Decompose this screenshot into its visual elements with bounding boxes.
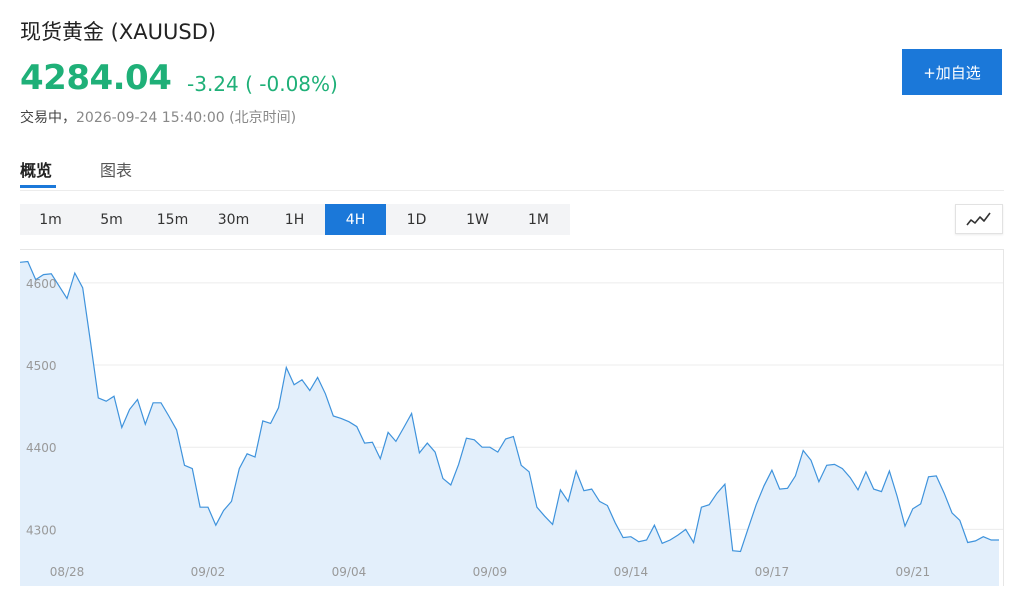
area-fill: [20, 261, 999, 586]
period-30m[interactable]: 30m: [203, 204, 264, 235]
period-1m[interactable]: 1m: [20, 204, 81, 235]
y-tick-label: 4400: [26, 441, 57, 455]
current-price: 4284.04: [20, 58, 172, 98]
y-tick-label: 4300: [26, 523, 57, 537]
period-5m[interactable]: 5m: [81, 204, 142, 235]
y-tick-label: 4600: [26, 277, 57, 291]
period-1h[interactable]: 1H: [264, 204, 325, 235]
trading-status: 交易中，2026-09-24 15:40:00 (北京时间): [20, 107, 296, 127]
period-1d[interactable]: 1D: [386, 204, 447, 235]
instrument-title: 现货黄金 (XAUUSD): [20, 20, 217, 44]
x-tick-label: 09/04: [332, 565, 367, 579]
x-tick-label: 09/21: [896, 565, 931, 579]
x-tick-label: 09/14: [614, 565, 649, 579]
x-tick-label: 08/28: [50, 565, 85, 579]
period-selector: 1m 5m 15m 30m 1H 4H 1D 1W 1M: [20, 204, 570, 235]
line-chart-icon: [966, 212, 991, 226]
price-chart[interactable]: 4300 4400 4500 4600 08/28 09/02 09/04 09/09 09/1…: [20, 249, 1004, 586]
status-label: 交易中，: [20, 110, 76, 126]
chart-svg: 4300 4400 4500 4600 08/28 09/02 09/04 09/09 09/1…: [20, 260, 1003, 586]
period-4h[interactable]: 4H: [325, 204, 386, 235]
x-tick-label: 09/17: [755, 565, 790, 579]
period-1mo[interactable]: 1M: [508, 204, 569, 235]
timestamp: 2026-09-24 15:40:00 (北京时间): [76, 110, 297, 126]
x-tick-label: 09/09: [473, 565, 508, 579]
period-15m[interactable]: 15m: [142, 204, 203, 235]
y-tick-label: 4500: [26, 359, 57, 373]
tab-chart[interactable]: 图表: [100, 157, 132, 181]
tab-bar: 概览 图表: [20, 144, 1004, 191]
active-tab-indicator: [20, 185, 56, 188]
tab-overview[interactable]: 概览: [20, 157, 52, 181]
x-tick-label: 09/02: [191, 565, 226, 579]
add-to-watchlist-button[interactable]: +加自选: [902, 49, 1002, 95]
chart-type-button[interactable]: [955, 204, 1003, 234]
price-change: -3.24 ( -0.08%): [187, 72, 338, 96]
period-1w[interactable]: 1W: [447, 204, 508, 235]
